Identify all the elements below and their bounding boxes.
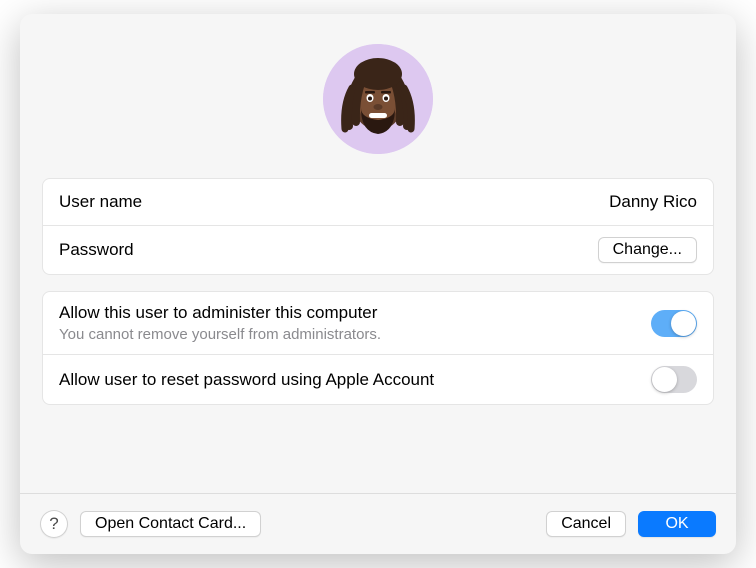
password-row: Password Change... [43,225,713,274]
ok-button[interactable]: OK [638,511,716,537]
avatar-image-icon [323,44,433,154]
admin-helper-text: You cannot remove yourself from administ… [59,326,381,343]
toggle-knob [671,311,696,336]
help-button[interactable]: ? [40,510,68,538]
permissions-panel: Allow this user to administer this compu… [42,291,714,405]
reset-toggle[interactable] [651,366,697,393]
change-password-button[interactable]: Change... [598,237,697,263]
admin-label: Allow this user to administer this compu… [59,303,381,323]
username-row: User name Danny Rico [43,179,713,225]
username-value: Danny Rico [609,192,697,212]
admin-toggle[interactable] [651,310,697,337]
open-contact-card-button[interactable]: Open Contact Card... [80,511,261,537]
identity-panel: User name Danny Rico Password Change... [42,178,714,275]
dialog-content: User name Danny Rico Password Change... … [20,14,736,493]
help-icon: ? [49,514,58,534]
reset-password-row: Allow user to reset password using Apple… [43,354,713,404]
admin-text-group: Allow this user to administer this compu… [59,303,381,343]
admin-row: Allow this user to administer this compu… [43,292,713,354]
password-label: Password [59,240,134,260]
cancel-button[interactable]: Cancel [546,511,626,537]
dialog-footer: ? Open Contact Card... Cancel OK [20,493,736,554]
reset-label: Allow user to reset password using Apple… [59,370,434,390]
username-label: User name [59,192,142,212]
avatar[interactable] [323,44,433,154]
toggle-knob [652,367,677,392]
user-account-dialog: User name Danny Rico Password Change... … [20,14,736,554]
